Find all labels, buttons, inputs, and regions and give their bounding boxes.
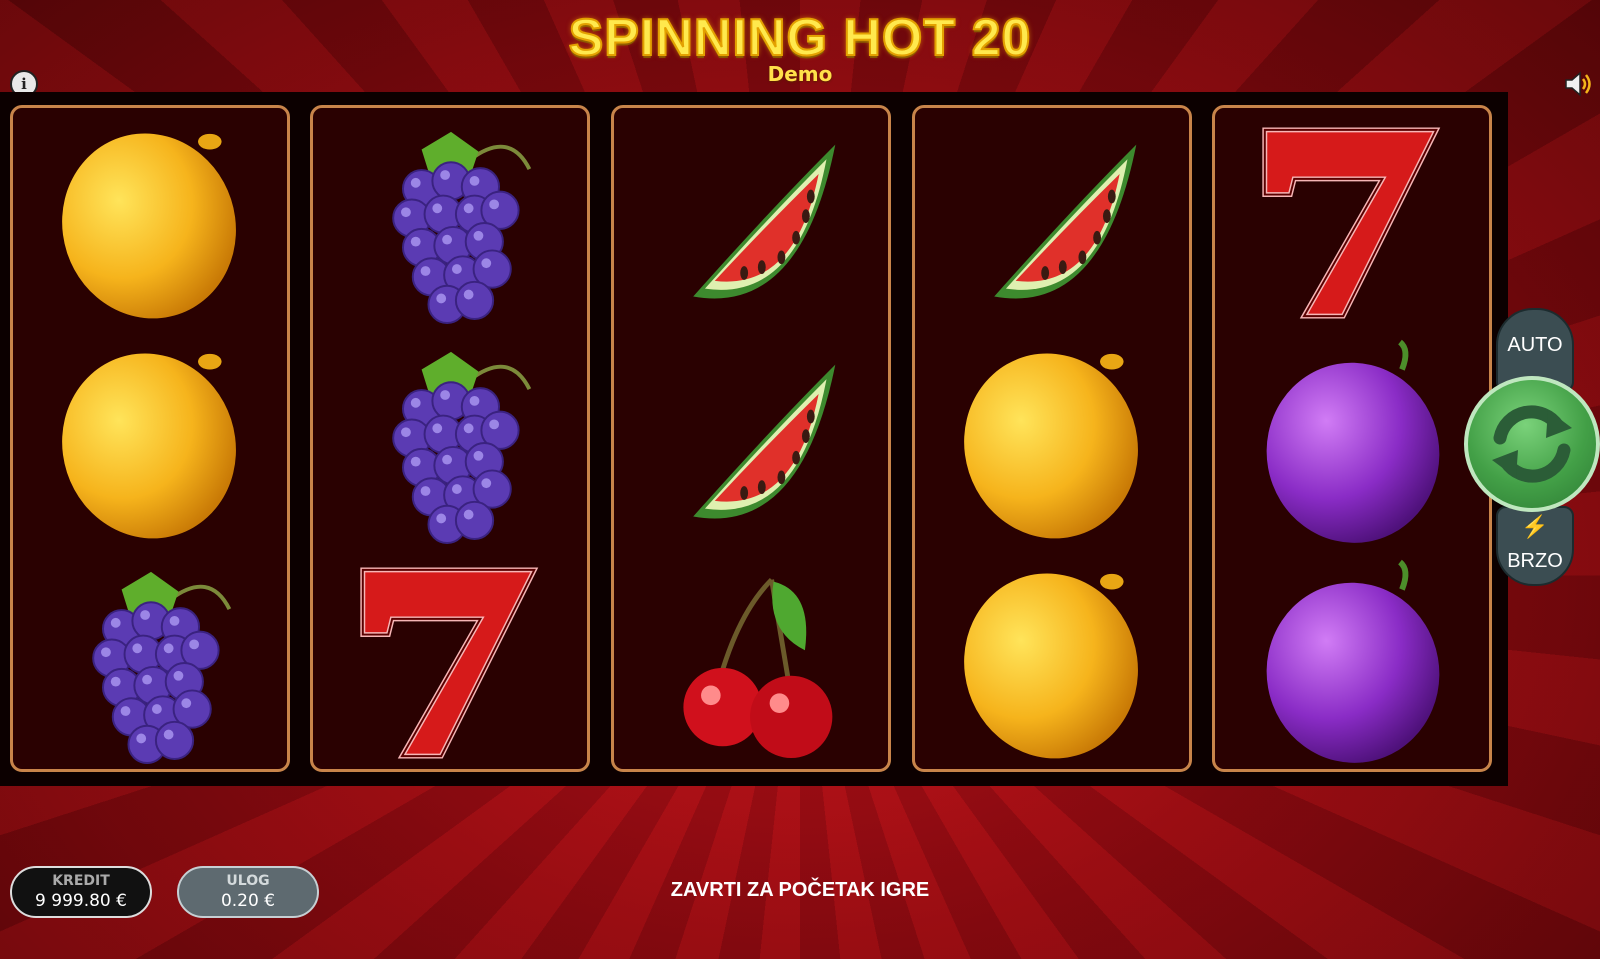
turbo-button[interactable]: ⚡ BRZO [1496, 506, 1574, 586]
reel-frame [0, 92, 1508, 786]
watermelon-icon [994, 144, 1137, 299]
watermelon-icon [693, 144, 836, 299]
symbol-lemon [915, 334, 1189, 558]
symbol-plum [1215, 334, 1489, 558]
lightning-icon: ⚡ [1521, 514, 1549, 539]
turbo-label: BRZO [1507, 550, 1563, 572]
seven-icon [360, 567, 539, 759]
plum-icon [1266, 559, 1440, 763]
demo-label: Demo [767, 62, 833, 86]
grapes-icon [392, 131, 532, 324]
symbol-grapes [313, 334, 587, 558]
symbol-lemon [915, 554, 1189, 778]
symbol-cherries [614, 554, 888, 778]
reel-2 [310, 105, 590, 772]
reel-1 [10, 105, 290, 772]
speaker-icon[interactable] [1562, 68, 1594, 100]
symbol-seven [1215, 114, 1489, 338]
symbol-lemon [13, 334, 287, 558]
symbol-watermelon [614, 334, 888, 558]
watermelon-icon [693, 364, 836, 519]
lemon-icon [62, 133, 236, 319]
symbol-grapes [13, 554, 287, 778]
grapes-icon [92, 571, 232, 764]
seven-icon [1262, 127, 1441, 319]
reel-4 [912, 105, 1192, 772]
lemon-icon [62, 353, 236, 539]
symbol-watermelon [915, 114, 1189, 338]
symbol-lemon [13, 114, 287, 338]
cherries-icon [683, 577, 833, 759]
game-title: SPINNING HOT 20 [568, 8, 1032, 68]
grapes-icon [392, 351, 532, 544]
symbol-plum [1215, 554, 1489, 778]
plum-icon [1266, 339, 1440, 543]
spin-button[interactable] [1464, 376, 1600, 512]
reel-5 [1212, 105, 1492, 772]
status-message: ZAVRTI ZA POČETAK IGRE [670, 879, 930, 901]
lemon-icon [964, 353, 1138, 539]
refresh-arrows-icon [1492, 405, 1572, 483]
symbol-grapes [313, 114, 587, 338]
symbol-seven [313, 554, 587, 778]
auto-label: AUTO [1507, 334, 1563, 356]
reel-3 [611, 105, 891, 772]
lemon-icon [964, 573, 1138, 759]
symbol-watermelon [614, 114, 888, 338]
